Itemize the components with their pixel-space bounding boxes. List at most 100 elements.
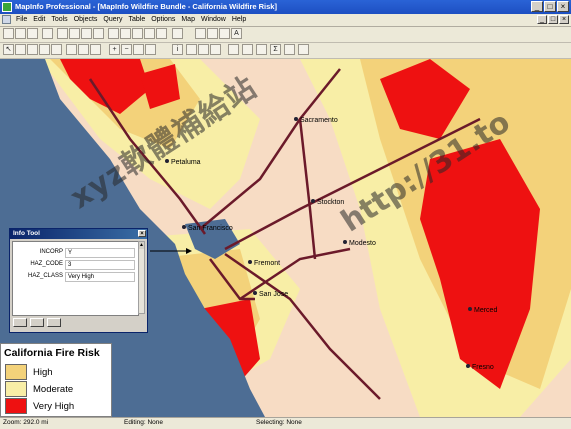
new-icon[interactable] — [3, 28, 14, 39]
legend-label: High — [33, 367, 53, 378]
save-icon[interactable] — [27, 28, 38, 39]
city-label: Fresno — [472, 364, 494, 371]
info-field-row: HAZ_CODE 3 — [13, 260, 138, 271]
new-grapher-icon[interactable] — [132, 28, 143, 39]
legend-window[interactable]: California Fire Risk High Moderate Very … — [0, 343, 112, 417]
doc-restore-button[interactable]: □ — [548, 15, 558, 24]
cut-icon[interactable] — [57, 28, 68, 39]
info-tool-window[interactable]: Info Tool × INCORP Y HAZ_CODE 3 HAZ_CLAS… — [9, 228, 148, 333]
copy-icon[interactable] — [69, 28, 80, 39]
drag-window-icon[interactable] — [210, 44, 221, 55]
menu-file[interactable]: File — [13, 15, 30, 25]
close-button[interactable]: × — [557, 1, 569, 12]
zoom-in-icon[interactable]: + — [109, 44, 120, 55]
info-list-button[interactable] — [47, 318, 61, 327]
menu-edit[interactable]: Edit — [30, 15, 48, 25]
clip-region-icon[interactable] — [298, 44, 309, 55]
document-icon[interactable] — [2, 15, 11, 24]
layer-control-icon[interactable] — [228, 44, 239, 55]
select-arrow-icon[interactable]: ↖ — [3, 44, 14, 55]
doc-close-button[interactable]: × — [559, 15, 569, 24]
city-label: Modesto — [349, 240, 376, 247]
field-value[interactable]: Very High — [65, 272, 135, 282]
menu-objects[interactable]: Objects — [71, 15, 101, 25]
zoom-status: Zoom: 292.0 mi — [3, 419, 49, 426]
minimize-button[interactable]: _ — [531, 1, 543, 12]
hotlink-icon[interactable] — [186, 44, 197, 55]
set-target-icon[interactable] — [284, 44, 295, 55]
field-label: HAZ_CLASS — [27, 273, 63, 279]
change-view-icon[interactable] — [133, 44, 144, 55]
drag-map-icon[interactable] — [207, 28, 218, 39]
info-prev-button[interactable] — [13, 318, 27, 327]
ruler-icon[interactable] — [242, 44, 253, 55]
city-label: Fremont — [254, 260, 280, 267]
city-label: San Francisco — [188, 225, 233, 232]
legend-icon[interactable] — [256, 44, 267, 55]
selecting-status: Selecting: None — [256, 419, 302, 426]
paste-icon[interactable] — [81, 28, 92, 39]
info-next-button[interactable] — [30, 318, 44, 327]
redistrict-icon[interactable] — [156, 28, 167, 39]
menu-table[interactable]: Table — [125, 15, 148, 25]
legend-swatch — [5, 398, 27, 414]
graph-select-icon[interactable] — [78, 44, 89, 55]
new-browser-icon[interactable] — [108, 28, 119, 39]
field-value[interactable]: Y — [65, 248, 135, 258]
new-layout-icon[interactable] — [144, 28, 155, 39]
menu-tools[interactable]: Tools — [48, 15, 70, 25]
legend-swatch — [5, 381, 27, 397]
menu-help[interactable]: Help — [229, 15, 249, 25]
scroll-up-icon[interactable]: ▲ — [139, 242, 144, 249]
radius-select-icon[interactable] — [27, 44, 38, 55]
city-label: Merced — [474, 307, 497, 314]
statistics-icon[interactable]: Σ — [270, 44, 281, 55]
grabber-icon[interactable] — [219, 28, 230, 39]
city-label: San Jose — [259, 291, 288, 298]
help-icon[interactable] — [172, 28, 183, 39]
menu-map[interactable]: Map — [178, 15, 198, 25]
polygon-select-icon[interactable] — [39, 44, 50, 55]
grabber-hand-icon[interactable] — [145, 44, 156, 55]
zoom-out-icon[interactable]: − — [121, 44, 132, 55]
menu-query[interactable]: Query — [100, 15, 125, 25]
legend-label: Very High — [33, 401, 75, 412]
boundary-select-icon[interactable] — [51, 44, 62, 55]
open-icon[interactable] — [15, 28, 26, 39]
info-tool-icon[interactable]: i — [172, 44, 183, 55]
menu-bar: File Edit Tools Objects Query Table Opti… — [0, 14, 571, 27]
field-label: HAZ_CODE — [30, 261, 63, 267]
text-tool-icon[interactable]: A — [231, 28, 242, 39]
status-bar: Zoom: 292.0 mi Editing: None Selecting: … — [0, 417, 571, 429]
marquee-select-icon[interactable] — [15, 44, 26, 55]
standard-toolbar: A — [0, 27, 571, 43]
maximize-button[interactable]: □ — [544, 1, 556, 12]
print-icon[interactable] — [42, 28, 53, 39]
info-scrollbar[interactable]: ▲ — [138, 241, 145, 314]
window-title: MapInfo Professional - [MapInfo Wildfire… — [15, 2, 277, 11]
info-field-row: HAZ_CLASS Very High — [13, 272, 138, 283]
menu-options[interactable]: Options — [148, 15, 178, 25]
legend-swatch — [5, 364, 27, 380]
invert-selection-icon[interactable] — [90, 44, 101, 55]
label-icon[interactable] — [198, 44, 209, 55]
info-close-button[interactable]: × — [138, 230, 146, 237]
undo-icon[interactable] — [93, 28, 104, 39]
legend-label: Moderate — [33, 384, 74, 395]
info-tool-titlebar[interactable]: Info Tool × — [10, 229, 147, 239]
city-label: Stockton — [317, 199, 344, 206]
city-label: Sacramento — [300, 117, 338, 124]
new-mapper-icon[interactable] — [120, 28, 131, 39]
field-label: INCORP — [39, 249, 63, 255]
info-field-row: INCORP Y — [13, 248, 138, 259]
legend-title: California Fire Risk — [4, 347, 100, 359]
label-tool-icon[interactable] — [195, 28, 206, 39]
main-toolbar: ↖ + − i Σ — [0, 43, 571, 59]
unselect-all-icon[interactable] — [66, 44, 77, 55]
menu-window[interactable]: Window — [198, 15, 229, 25]
app-icon[interactable] — [2, 2, 12, 12]
info-tool-title: Info Tool — [13, 230, 40, 237]
info-fields-panel: INCORP Y HAZ_CODE 3 HAZ_CLASS Very High — [12, 241, 139, 316]
doc-minimize-button[interactable]: _ — [537, 15, 547, 24]
field-value[interactable]: 3 — [65, 260, 135, 270]
